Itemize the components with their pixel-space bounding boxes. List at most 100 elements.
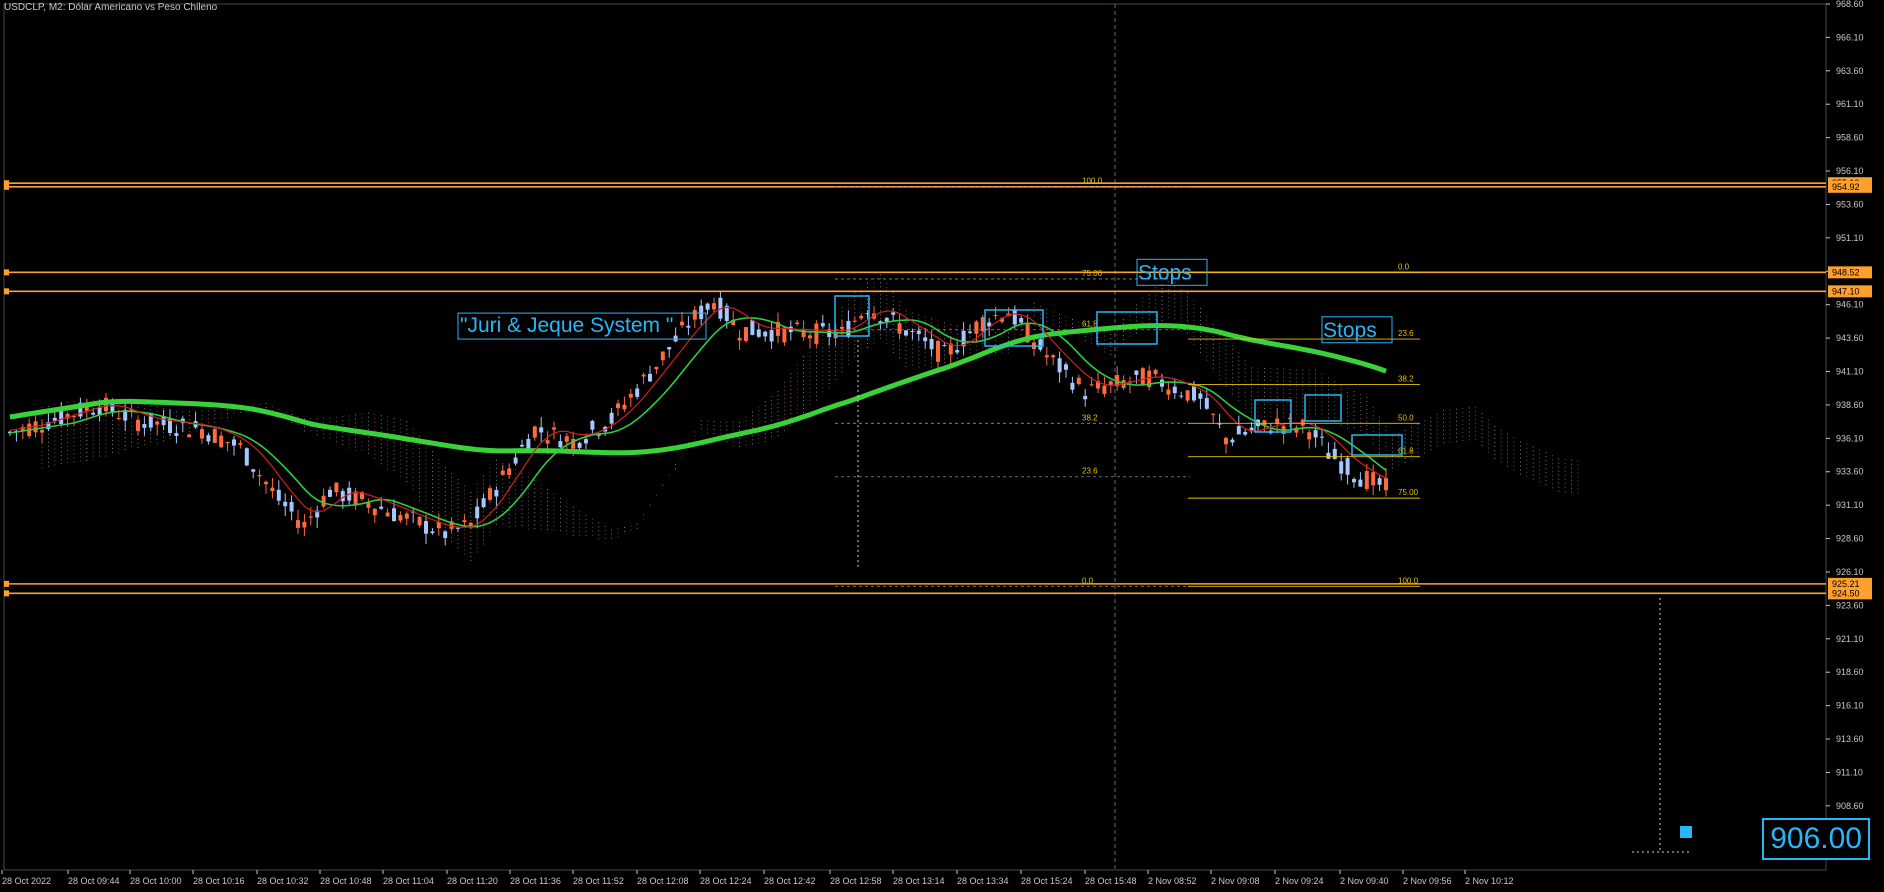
fib1-label: 61.8 [1082, 320, 1098, 329]
chart-window[interactable]: 968.60 966.10 963.60 961.10 958.60 956.10 953.… [0, 0, 1884, 892]
candle-body [526, 438, 531, 450]
x-tick-label: 2 Nov 09:40 [1340, 876, 1389, 886]
candle-body [577, 442, 582, 448]
candle-body [1345, 458, 1350, 475]
price-label-906[interactable]: 906.00 [1762, 818, 1870, 860]
candle-body [430, 531, 435, 534]
y-tick-label: 918.60 [1836, 667, 1864, 677]
y-tick-label: 946.10 [1836, 300, 1864, 310]
candle-body [904, 330, 908, 336]
candle-body [200, 429, 204, 439]
candle-body [1326, 452, 1331, 459]
candle-body [814, 323, 819, 344]
level-handle [4, 288, 9, 295]
candle-body [635, 388, 640, 397]
candle-body [385, 512, 390, 517]
x-tick-label: 2 Nov 09:24 [1275, 876, 1324, 886]
y-tick-label: 941.10 [1836, 367, 1864, 377]
y-tick-label: 966.10 [1836, 32, 1864, 42]
candle-body [1070, 382, 1075, 390]
price-label-handle[interactable] [1680, 826, 1692, 838]
candle-body [1320, 436, 1324, 438]
candle-body [910, 331, 915, 333]
candle-body [936, 341, 940, 362]
candle-body [1192, 385, 1196, 401]
candle-body [1140, 368, 1145, 386]
candle-body [520, 444, 524, 447]
x-tick-label: 28 Oct 11:52 [573, 876, 624, 886]
x-tick-label: 28 Oct 10:16 [193, 876, 245, 886]
y-tick-label: 963.60 [1836, 66, 1864, 76]
candle-body [641, 374, 646, 377]
candle-body [980, 317, 985, 332]
candle-body [942, 345, 947, 347]
x-tick-label: 28 Oct 10:00 [130, 876, 182, 886]
candle-body [494, 490, 499, 497]
level-price-label: 947.10 [1832, 286, 1860, 296]
x-tick-label: 28 Oct 09:44 [68, 876, 120, 886]
candle-body [820, 323, 825, 327]
fib2-label: 23.6 [1398, 329, 1414, 338]
x-tick-label: 28 Oct 10:32 [257, 876, 309, 886]
candle-body [808, 335, 812, 339]
candle-body [750, 319, 755, 336]
candle-body [840, 326, 844, 329]
level-price-label: 948.52 [1832, 267, 1860, 277]
candle-body [1204, 398, 1209, 409]
candle-body [398, 515, 403, 521]
y-tick-label: 921.10 [1836, 634, 1864, 644]
candle-body [1313, 430, 1318, 438]
candle-body [1102, 385, 1107, 394]
candle-body [366, 502, 371, 508]
candle-body [532, 426, 537, 438]
candle-body [859, 316, 864, 319]
y-tick-label: 908.60 [1836, 801, 1864, 811]
price-chart[interactable]: 968.60 966.10 963.60 961.10 958.60 956.10 953.… [0, 0, 1884, 892]
y-tick-label: 956.10 [1836, 166, 1864, 176]
x-tick-label: 2 Nov 09:08 [1211, 876, 1260, 886]
candle-body [1089, 384, 1094, 386]
candle-body [321, 495, 326, 507]
x-tick-label: 28 Oct 2022 [2, 876, 51, 886]
y-tick-label: 968.60 [1836, 0, 1864, 9]
candle-body [769, 330, 774, 342]
level-handle [4, 269, 9, 276]
x-tick-label: 2 Nov 09:56 [1403, 876, 1452, 886]
candle-body [916, 330, 921, 334]
candle-body [270, 487, 275, 492]
y-tick-label: 938.60 [1836, 400, 1864, 410]
candle-body [1108, 381, 1113, 385]
candle-body [993, 314, 998, 316]
candle-body [756, 329, 761, 337]
candle-body [1364, 471, 1369, 490]
x-tick-label: 28 Oct 11:04 [383, 876, 434, 886]
candle-body [475, 506, 480, 519]
y-tick-label: 953.60 [1836, 199, 1864, 209]
candle-body [238, 443, 243, 445]
candle-body [955, 350, 960, 353]
candle-body [622, 404, 627, 410]
x-tick-label: 2 Nov 10:12 [1465, 876, 1514, 886]
candle-body [462, 520, 467, 523]
candle-body [1236, 426, 1241, 435]
candle-body [283, 501, 288, 507]
y-tick-label: 933.60 [1836, 467, 1864, 477]
candle-body [1371, 472, 1376, 486]
candle-body [488, 488, 492, 500]
candle-body [232, 439, 236, 446]
candle-body [264, 481, 268, 485]
candle-body [1339, 461, 1344, 474]
y-tick-label: 936.10 [1836, 433, 1864, 443]
level-price-label: 924.50 [1832, 588, 1860, 598]
x-tick-label: 28 Oct 12:42 [764, 876, 816, 886]
y-tick-label: 958.60 [1836, 133, 1864, 143]
candle-body [628, 393, 633, 398]
candle-body [968, 331, 972, 333]
candle-body [1230, 439, 1235, 443]
fib1-label: 100.0 [1082, 177, 1103, 186]
fib2-label: 38.2 [1398, 375, 1414, 384]
candle-body [142, 424, 147, 428]
candle-body [1064, 364, 1068, 370]
candle-body [40, 429, 44, 433]
candle-body [692, 309, 697, 320]
